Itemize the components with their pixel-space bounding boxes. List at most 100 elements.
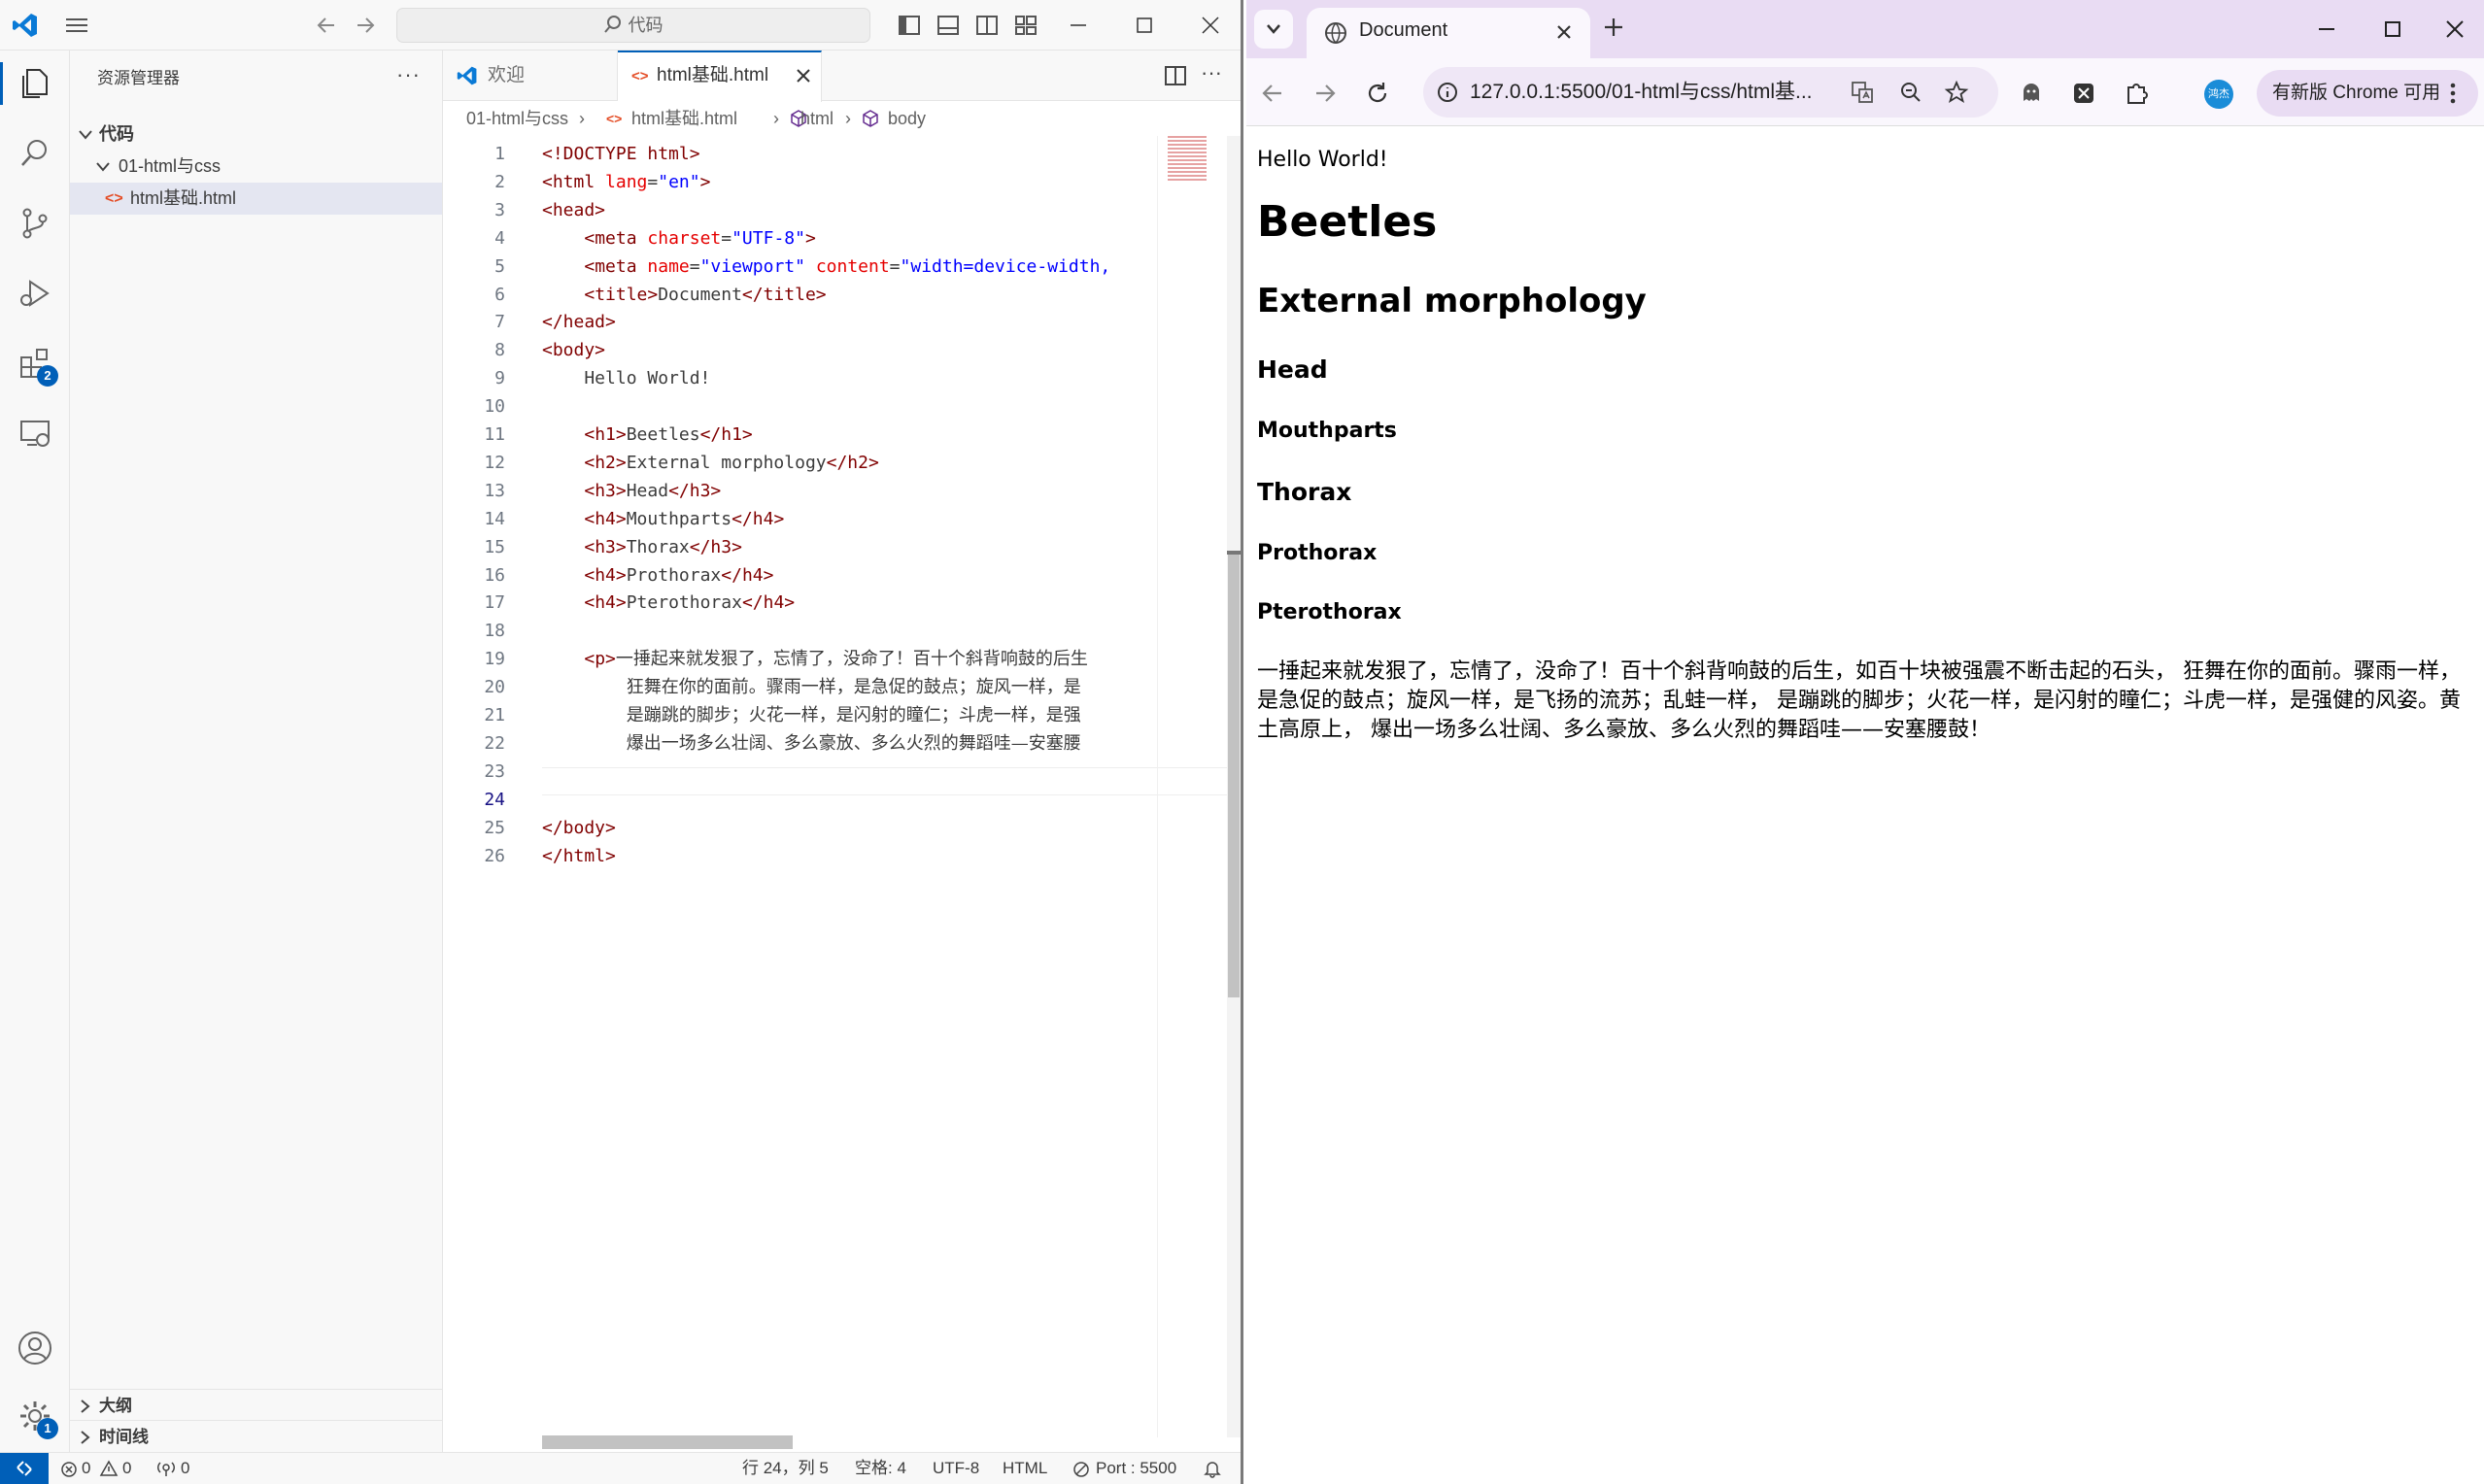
customize-layout-icon[interactable]	[1014, 14, 1038, 37]
language-mode[interactable]: HTML	[1003, 1453, 1047, 1484]
toggle-secondary-sidebar-icon[interactable]	[975, 14, 999, 37]
tree-file[interactable]: <> html基础.html	[70, 183, 442, 215]
translate-icon[interactable]	[1851, 81, 1874, 104]
breadcrumb-folder[interactable]: 01-html与css	[466, 101, 568, 136]
remote-explorer-icon[interactable]	[14, 412, 56, 455]
code-line: <h4>Mouthparts</h4>	[542, 505, 784, 533]
code-token: lang	[605, 171, 648, 192]
line-number: 26	[484, 845, 505, 866]
chevron-down-icon	[95, 160, 111, 174]
line-number: 13	[484, 480, 505, 501]
back-arrow-icon[interactable]	[315, 14, 338, 37]
code-token: Pterothorax	[626, 592, 742, 614]
kebab-menu-icon[interactable]	[2449, 82, 2457, 105]
chrome-tab-document[interactable]: Document	[1307, 8, 1590, 58]
manage-gear-icon[interactable]: 1	[14, 1395, 58, 1439]
maximize-icon[interactable]	[1133, 14, 1156, 37]
close-icon[interactable]	[1199, 14, 1222, 37]
bookmark-star-icon[interactable]	[1944, 80, 1969, 105]
tab-close-icon[interactable]	[795, 67, 812, 84]
tab-welcome[interactable]: 欢迎	[443, 51, 618, 101]
code-token: </title>	[741, 284, 827, 305]
line-number: 16	[484, 564, 505, 586]
explorer-icon[interactable]	[14, 62, 56, 105]
tab-search-button[interactable]	[1254, 10, 1293, 49]
forward-arrow-icon[interactable]	[354, 14, 377, 37]
update-chrome-label: 有新版 Chrome 可用	[2272, 83, 2441, 103]
indentation[interactable]: 空格: 4	[855, 1453, 906, 1484]
code-token: </h4>	[741, 592, 796, 614]
encoding[interactable]: UTF-8	[933, 1453, 979, 1484]
tree-folder[interactable]: 01-html与css	[70, 151, 442, 183]
line-number: 6	[494, 284, 505, 305]
back-arrow-icon[interactable]	[1260, 81, 1285, 106]
command-search-box[interactable]: 代码	[396, 8, 870, 43]
vertical-scrollbar[interactable]	[1227, 136, 1241, 1437]
zoom-icon[interactable]	[1899, 81, 1923, 104]
search-view-icon[interactable]	[14, 132, 56, 175]
cursor-position[interactable]: 行 24，列 5	[742, 1453, 829, 1484]
horizontal-scrollbar[interactable]	[542, 1435, 793, 1449]
code-line: <title>Document</title>	[542, 281, 827, 309]
error-icon[interactable]	[60, 1461, 78, 1478]
forward-arrow-icon[interactable]	[1312, 81, 1338, 106]
code-line: </body>	[542, 814, 616, 842]
line-number: 21	[484, 705, 505, 725]
remote-button[interactable]	[0, 1453, 49, 1484]
toggle-sidebar-icon[interactable]	[898, 14, 921, 37]
minimize-icon[interactable]	[2315, 17, 2338, 41]
tree-folder-label: 01-html与css	[119, 156, 221, 176]
tab-close-icon[interactable]	[1555, 23, 1573, 41]
chevron-right-icon	[78, 1399, 91, 1414]
breadcrumb-body[interactable]: body	[888, 101, 926, 136]
chevron-right-icon: ›	[845, 109, 851, 128]
live-server-port[interactable]: Port : 5500	[1096, 1453, 1176, 1484]
notifications-bell-icon[interactable]	[1203, 1459, 1222, 1478]
site-info-icon	[1437, 82, 1458, 103]
code-token: =	[889, 255, 901, 277]
timeline-section[interactable]: 时间线	[70, 1420, 442, 1452]
code-token: </h4>	[732, 508, 785, 529]
run-debug-icon[interactable]	[14, 272, 56, 315]
maximize-icon[interactable]	[2381, 17, 2404, 41]
extensions-icon[interactable]: 2	[14, 342, 58, 387]
editor-more-icon[interactable]: ···	[1201, 60, 1222, 85]
line-number: 10	[484, 396, 505, 418]
extensions-puzzle-icon[interactable]	[2123, 80, 2150, 107]
extension-ghost-icon[interactable]	[2020, 82, 2043, 105]
breadcrumb-file[interactable]: html基础.html	[631, 101, 737, 136]
extension-x-icon[interactable]	[2072, 82, 2095, 105]
profile-avatar[interactable]: 鸿杰	[2204, 80, 2233, 109]
chevron-down-icon	[1266, 23, 1281, 35]
update-chrome-button[interactable]: 有新版 Chrome 可用	[2257, 70, 2478, 117]
ports-icon[interactable]	[157, 1460, 175, 1477]
page-h4-mouthparts: Mouthparts	[1257, 419, 1397, 443]
tree-root-folder[interactable]: 代码	[70, 118, 442, 151]
address-bar[interactable]: 127.0.0.1:5500/01-html与css/html基...	[1423, 67, 1998, 118]
code-token: </h2>	[826, 452, 879, 473]
reload-icon[interactable]	[1365, 81, 1390, 106]
active-indicator	[0, 62, 3, 105]
new-tab-plus-icon[interactable]	[1602, 16, 1625, 39]
toggle-panel-icon[interactable]	[936, 14, 960, 37]
current-line-highlight	[542, 767, 1241, 795]
vscode-window: 代码 2 1 资源管理器 ··· 代码 01-html与css <> html基…	[0, 0, 1243, 1484]
warning-icon[interactable]	[99, 1460, 119, 1477]
breadcrumb-html[interactable]: html	[800, 101, 834, 136]
code-token: Beetles	[626, 424, 700, 445]
account-icon[interactable]	[14, 1327, 56, 1369]
menu-icon[interactable]	[64, 14, 89, 37]
page-h4-prothorax: Prothorax	[1257, 541, 1378, 565]
source-control-icon[interactable]	[14, 202, 56, 245]
more-actions-icon[interactable]: ···	[396, 62, 421, 87]
code-editor[interactable]: 1 <!DOCTYPE html> 2 <html lang="en"> 3 <head>…	[443, 136, 1241, 1452]
split-editor-icon[interactable]	[1164, 64, 1187, 87]
code-token: <h3>	[584, 480, 627, 501]
tab-html-file[interactable]: <> html基础.html	[618, 51, 822, 102]
minimize-icon[interactable]	[1067, 14, 1090, 37]
outline-section[interactable]: 大纲	[70, 1389, 442, 1421]
close-icon[interactable]	[2443, 17, 2467, 41]
